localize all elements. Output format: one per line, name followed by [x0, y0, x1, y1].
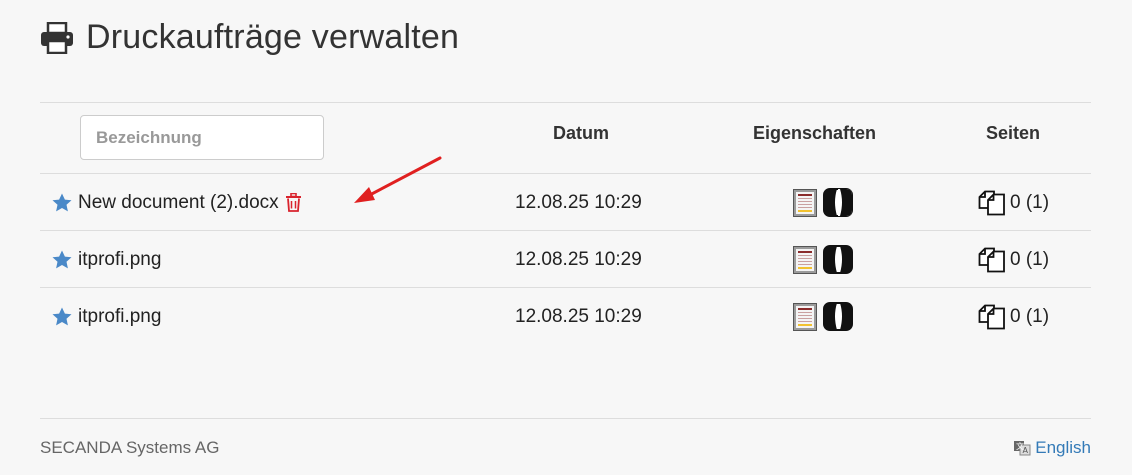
column-header-pages: Seiten [986, 123, 1041, 143]
copy-icon [978, 190, 1006, 216]
column-header-date[interactable]: Datum [553, 123, 609, 144]
name-filter-input[interactable] [80, 115, 324, 160]
language-switch-link[interactable]: 文 A English [1013, 438, 1091, 458]
column-header-properties: Eigenschaften [753, 123, 877, 143]
job-name-cell: itprofi.png [52, 231, 161, 288]
job-name[interactable]: itprofi.png [78, 249, 161, 271]
page-count: 0 (1) [1010, 305, 1050, 327]
job-name[interactable]: itprofi.png [78, 306, 161, 328]
svg-text:A: A [1023, 446, 1029, 455]
table-row[interactable]: itprofi.png 12.08.25 10:29 0 (1) [40, 288, 1091, 345]
trash-icon[interactable] [285, 192, 302, 212]
job-properties [793, 288, 853, 345]
job-date: 12.08.25 10:29 [515, 191, 642, 213]
copy-icon [978, 304, 1006, 330]
company-name: SECANDA Systems AG [40, 438, 220, 457]
printer-icon [40, 21, 74, 54]
print-jobs-table: Datum Eigenschaften Seiten New document … [40, 102, 1091, 345]
table-row[interactable]: itprofi.png 12.08.25 10:29 0 (1) [40, 231, 1091, 288]
language-icon: 文 A [1013, 439, 1031, 457]
job-name-cell: New document (2).docx [52, 174, 302, 231]
job-properties [793, 231, 853, 288]
star-icon[interactable] [52, 307, 72, 326]
table-row[interactable]: New document (2).docx 12.08.25 10:29 0 (… [40, 174, 1091, 231]
document-icon [793, 302, 817, 331]
copy-icon [978, 247, 1006, 273]
contrast-icon [823, 188, 853, 217]
document-icon [793, 188, 817, 217]
contrast-icon [823, 302, 853, 331]
job-date: 12.08.25 10:29 [515, 305, 642, 327]
table-header: Datum Eigenschaften Seiten [40, 103, 1091, 174]
job-pages: 0 (1) [978, 231, 1049, 288]
star-icon[interactable] [52, 193, 72, 212]
job-name[interactable]: New document (2).docx [78, 192, 279, 214]
job-date: 12.08.25 10:29 [515, 248, 642, 270]
footer: SECANDA Systems AG 文 A English [40, 418, 1091, 457]
page-title: Druckaufträge verwalten [86, 18, 460, 56]
job-properties [793, 174, 853, 231]
language-label[interactable]: English [1035, 438, 1091, 458]
document-icon [793, 245, 817, 274]
job-name-cell: itprofi.png [52, 288, 161, 345]
job-pages: 0 (1) [978, 288, 1049, 345]
job-pages: 0 (1) [978, 174, 1049, 231]
annotation-arrow [354, 156, 442, 203]
contrast-icon [823, 245, 853, 274]
page-count: 0 (1) [1010, 248, 1050, 270]
page-header: Druckaufträge verwalten [40, 18, 459, 57]
page-count: 0 (1) [1010, 191, 1050, 213]
star-icon[interactable] [52, 250, 72, 269]
